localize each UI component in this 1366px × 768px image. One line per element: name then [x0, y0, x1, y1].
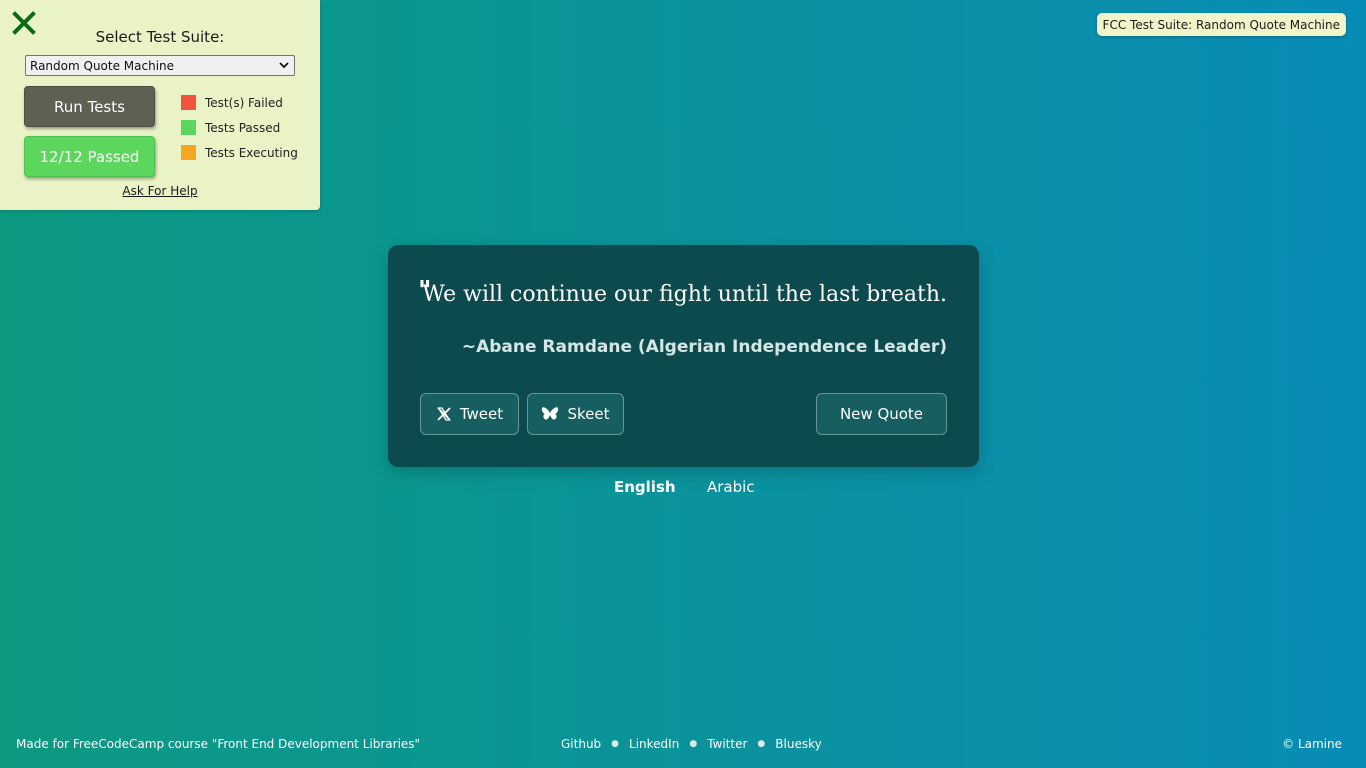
skeet-label: Skeet	[567, 405, 610, 423]
quote-author: ~Abane Ramdane (Algerian Independence Le…	[461, 337, 947, 357]
legend-failed: Test(s) Failed	[181, 95, 283, 110]
separator-dot: ●	[757, 739, 766, 749]
fcc-test-suite-badge[interactable]: FCC Test Suite: Random Quote Machine	[1096, 13, 1346, 36]
test-results-button[interactable]: 12/12 Passed	[24, 136, 155, 177]
footer-link-twitter[interactable]: Twitter	[707, 737, 747, 751]
footer-links: Github ● LinkedIn ● Twitter ● Bluesky	[561, 737, 822, 751]
footer-link-bluesky[interactable]: Bluesky	[775, 737, 821, 751]
quote-text: We will continue our fight until the las…	[422, 282, 947, 307]
new-quote-button[interactable]: New Quote	[816, 393, 947, 435]
legend-executing: Tests Executing	[181, 145, 298, 160]
tweet-label: Tweet	[459, 405, 504, 423]
legend-passed-label: Tests Passed	[205, 120, 281, 135]
test-suite-title: Select Test Suite:	[95, 28, 225, 46]
footer-link-github[interactable]: Github	[561, 737, 601, 751]
legend-failed-label: Test(s) Failed	[205, 95, 283, 110]
skeet-button[interactable]: Skeet	[527, 393, 624, 435]
test-suite-select-value: Random Quote Machine	[30, 58, 175, 73]
test-suite-select[interactable]: Random Quote Machine	[25, 55, 295, 76]
run-tests-button[interactable]: Run Tests	[24, 86, 155, 127]
legend-executing-label: Tests Executing	[205, 145, 298, 160]
footer-link-linkedin[interactable]: LinkedIn	[629, 737, 679, 751]
tweet-button[interactable]: Tweet	[420, 393, 519, 435]
fcc-test-panel: Select Test Suite: Random Quote Machine …	[0, 0, 320, 210]
footer-copyright: © Lamine	[1282, 737, 1342, 751]
separator-dot: ●	[611, 739, 620, 749]
failed-swatch	[181, 95, 196, 110]
chevron-down-icon	[279, 62, 289, 69]
passed-swatch	[181, 120, 196, 135]
footer-credit: Made for FreeCodeCamp course "Front End …	[16, 737, 421, 751]
separator-dot: ●	[689, 739, 698, 749]
language-arabic[interactable]: Arabic	[707, 478, 755, 496]
executing-swatch	[181, 145, 196, 160]
language-english[interactable]: English	[614, 478, 676, 496]
legend-passed: Tests Passed	[181, 120, 280, 135]
ask-for-help-link[interactable]: Ask For Help	[0, 184, 320, 198]
butterfly-icon	[542, 407, 559, 420]
x-logo-icon	[437, 407, 451, 421]
